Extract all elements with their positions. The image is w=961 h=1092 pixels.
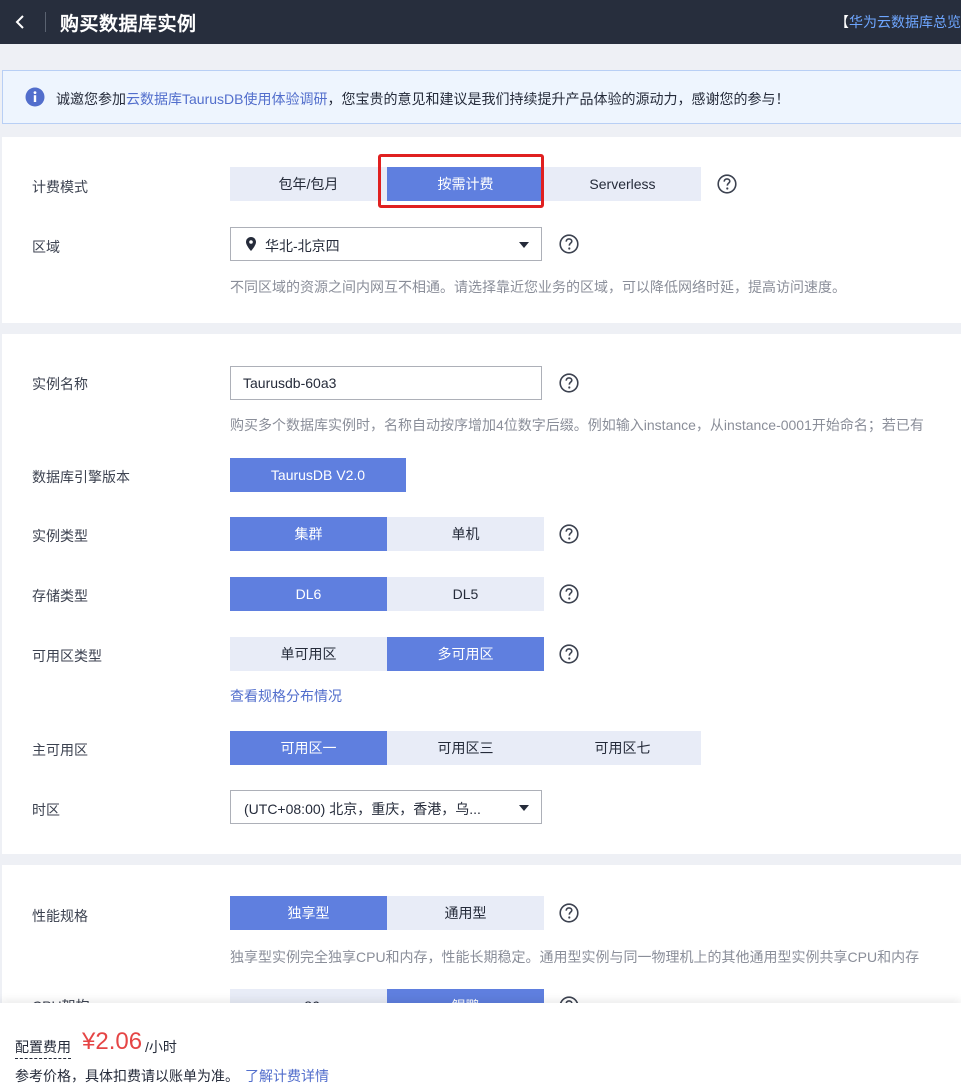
billing-mode-label: 计费模式 — [32, 179, 88, 195]
perf-spec-option-general[interactable]: 通用型 — [387, 896, 544, 930]
az-type-selector: 单可用区 多可用区 — [230, 637, 544, 671]
fee-unit: /小时 — [145, 1039, 177, 1055]
primary-az-option-7[interactable]: 可用区七 — [544, 731, 701, 765]
chevron-left-icon[interactable] — [10, 10, 32, 34]
caret-down-icon — [519, 805, 529, 811]
overview-link-wrap: 【华为云数据库总览 — [835, 12, 961, 32]
instance-type-selector: 集群 单机 — [230, 517, 544, 551]
perf-spec-label: 性能规格 — [32, 908, 88, 924]
fee-note: 参考价格，具体扣费请以账单为准。 了解计费详情 — [15, 1066, 329, 1086]
info-icon — [25, 87, 45, 107]
spec-distribution-link[interactable]: 查看规格分布情况 — [230, 686, 342, 706]
caret-down-icon — [519, 242, 529, 248]
fee-price: ¥2.06 — [82, 1028, 143, 1055]
fee-note-text: 参考价格，具体扣费请以账单为准。 — [15, 1068, 239, 1084]
storage-type-selector: DL6 DL5 — [230, 577, 544, 611]
performance-section: 性能规格 独享型 通用型 独享型实例完全独享CPU和内存，性能长期稳定。通用型实… — [2, 865, 961, 1023]
top-bar: 购买数据库实例 【华为云数据库总览 — [0, 0, 961, 44]
instance-name-label: 实例名称 — [32, 376, 88, 392]
region-value: 华北-北京四 — [265, 238, 340, 254]
primary-az-selector: 可用区一 可用区三 可用区七 — [230, 731, 701, 765]
help-icon[interactable] — [559, 644, 579, 664]
az-type-option-single[interactable]: 单可用区 — [230, 637, 387, 671]
instance-type-option-cluster[interactable]: 集群 — [230, 517, 387, 551]
fee-label[interactable]: 配置费用 — [15, 1037, 71, 1059]
billing-mode-selector: 包年/包月 按需计费 Serverless — [230, 167, 701, 201]
instance-config-section: 实例名称 购买多个数据库实例时，名称自动按序增加4位数字后缀。例如输入insta… — [2, 334, 961, 854]
notice-suffix: ，您宝贵的意见和建议是我们持续提升产品体验的源动力，感谢您的参与！ — [327, 91, 790, 107]
storage-type-label: 存储类型 — [32, 588, 88, 604]
help-icon[interactable] — [559, 584, 579, 604]
instance-name-hint: 购买多个数据库实例时，名称自动按序增加4位数字后缀。例如输入instance，从… — [230, 417, 924, 433]
overview-link[interactable]: 华为云数据库总览 — [849, 14, 961, 30]
help-icon[interactable] — [559, 373, 579, 393]
survey-link[interactable]: 云数据库TaurusDB使用体验调研 — [126, 91, 327, 107]
notice-message: 诚邀您参加云数据库TaurusDB使用体验调研，您宝贵的意见和建议是我们持续提升… — [56, 89, 789, 109]
primary-az-label: 主可用区 — [32, 742, 88, 758]
survey-notice: 诚邀您参加云数据库TaurusDB使用体验调研，您宝贵的意见和建议是我们持续提升… — [2, 70, 961, 124]
header-divider — [45, 12, 46, 32]
region-select[interactable]: 华北-北京四 — [230, 227, 542, 261]
timezone-label: 时区 — [32, 802, 60, 818]
storage-type-option-dl6[interactable]: DL6 — [230, 577, 387, 611]
perf-spec-selector: 独享型 通用型 — [230, 896, 544, 930]
overview-bracket: 【 — [835, 14, 849, 30]
notice-prefix: 诚邀您参加 — [56, 91, 126, 107]
billing-details-link[interactable]: 了解计费详情 — [245, 1068, 329, 1084]
help-icon[interactable] — [559, 903, 579, 923]
billing-option-on-demand[interactable]: 按需计费 — [387, 167, 544, 201]
az-type-label: 可用区类型 — [32, 648, 102, 664]
region-hint: 不同区域的资源之间内网互不相通。请选择靠近您业务的区域，可以降低网络时延，提高访… — [230, 279, 846, 295]
az-type-option-multi[interactable]: 多可用区 — [387, 637, 544, 671]
billing-option-yearly[interactable]: 包年/包月 — [230, 167, 387, 201]
instance-name-input[interactable] — [230, 366, 542, 400]
help-icon[interactable] — [717, 174, 737, 194]
price-footer: 配置费用 ¥2.06 /小时 参考价格，具体扣费请以账单为准。 了解计费详情 — [0, 1003, 961, 1092]
location-pin-icon — [246, 237, 256, 251]
help-icon[interactable] — [559, 234, 579, 254]
storage-type-option-dl5[interactable]: DL5 — [387, 577, 544, 611]
instance-type-label: 实例类型 — [32, 528, 88, 544]
timezone-value: (UTC+08:00) 北京，重庆，香港，乌... — [244, 801, 481, 817]
primary-az-option-1[interactable]: 可用区一 — [230, 731, 387, 765]
help-icon[interactable] — [559, 524, 579, 544]
engine-version-option[interactable]: TaurusDB V2.0 — [230, 458, 406, 492]
perf-spec-hint: 独享型实例完全独享CPU和内存，性能长期稳定。通用型实例与同一物理机上的其他通用… — [230, 949, 920, 965]
primary-az-option-3[interactable]: 可用区三 — [387, 731, 544, 765]
timezone-select[interactable]: (UTC+08:00) 北京，重庆，香港，乌... — [230, 790, 542, 824]
instance-type-option-single[interactable]: 单机 — [387, 517, 544, 551]
region-label: 区域 — [32, 239, 60, 255]
engine-version-selector: TaurusDB V2.0 — [230, 458, 406, 492]
page-title: 购买数据库实例 — [60, 14, 197, 35]
engine-version-label: 数据库引擎版本 — [32, 469, 130, 485]
billing-region-section: 计费模式 包年/包月 按需计费 Serverless 区域 华北-北京四 不同区… — [2, 137, 961, 323]
perf-spec-option-dedicated[interactable]: 独享型 — [230, 896, 387, 930]
billing-option-serverless[interactable]: Serverless — [544, 167, 701, 201]
